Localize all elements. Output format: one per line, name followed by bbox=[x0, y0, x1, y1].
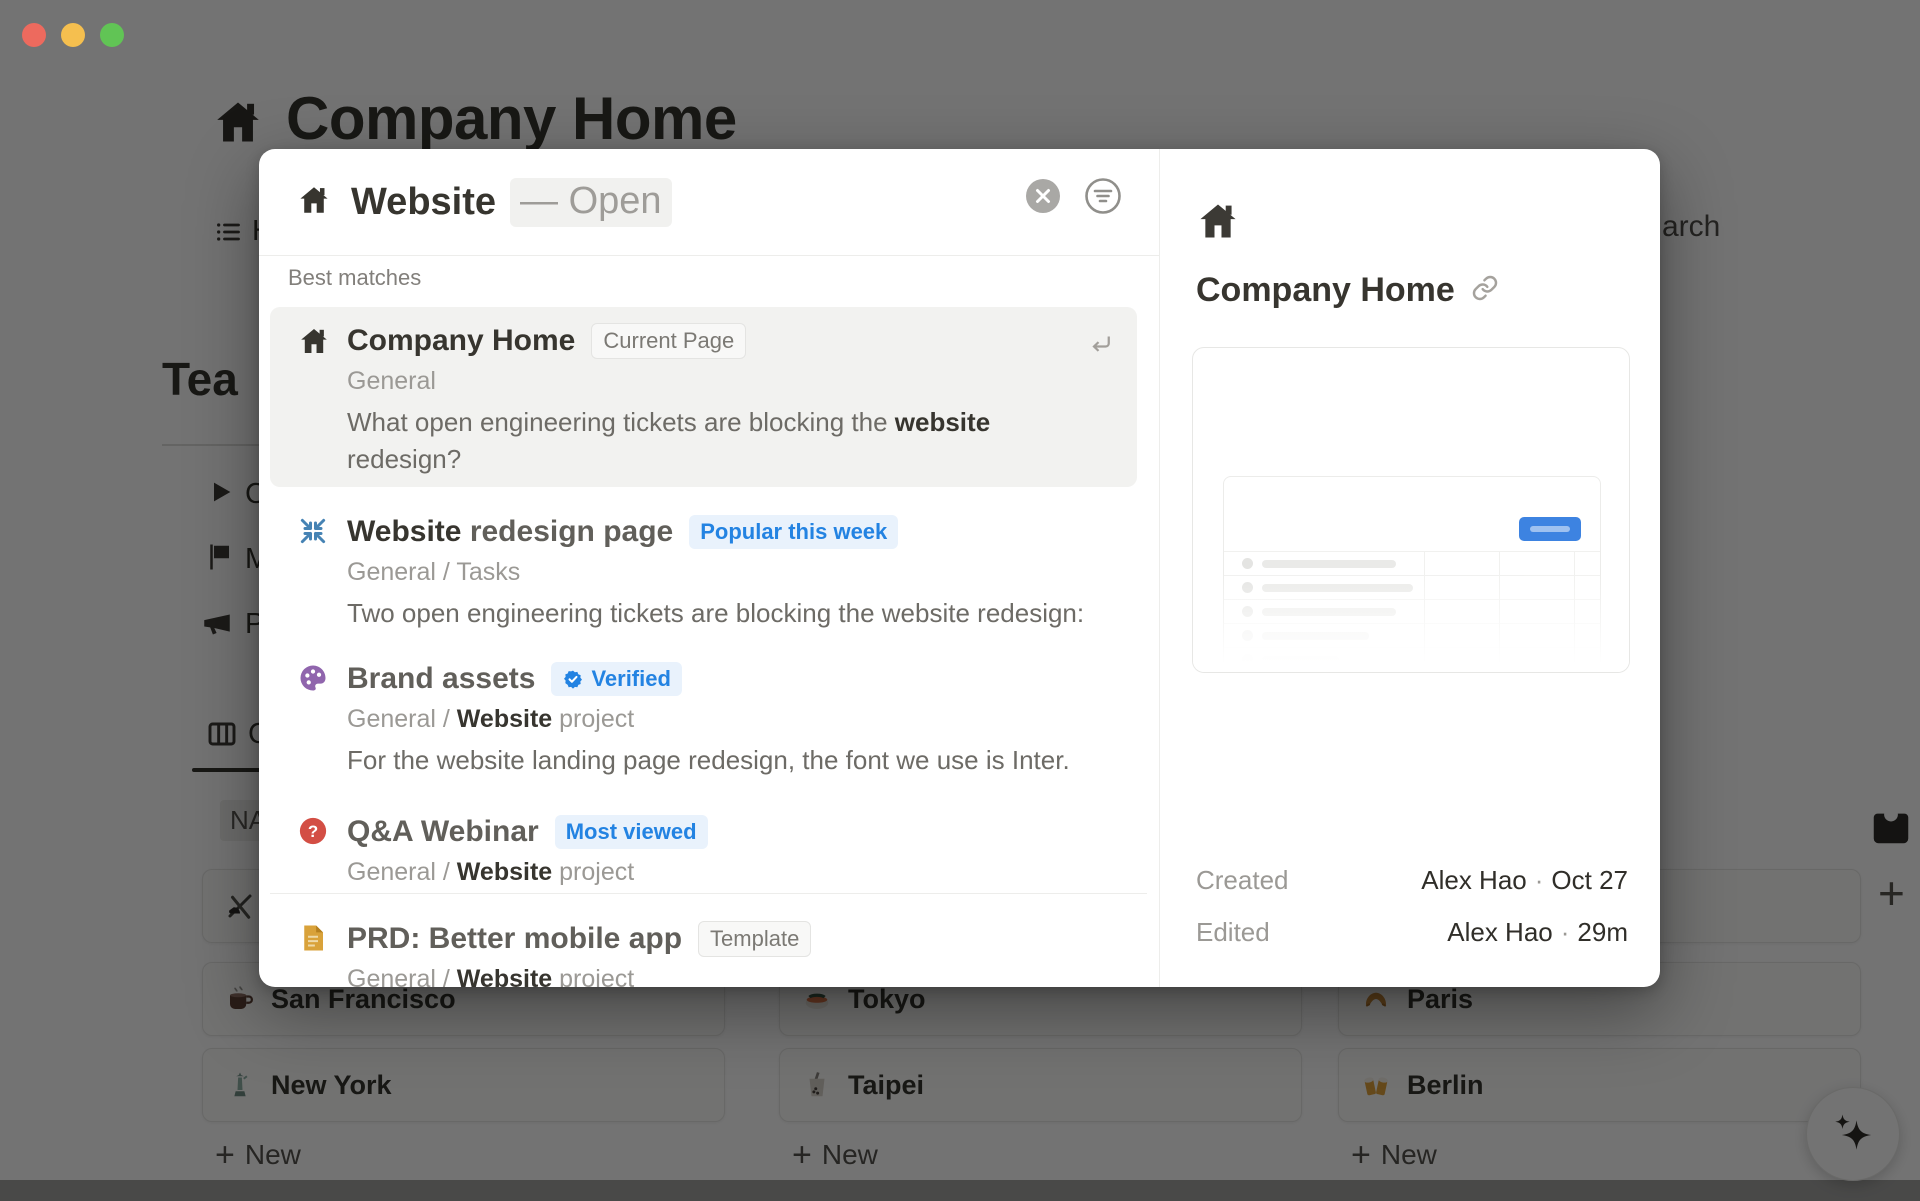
search-modal: Website — Open Best matches Company Home… bbox=[259, 149, 1660, 987]
search-result-prd-mobile-app[interactable]: PRD: Better mobile app Template General … bbox=[270, 905, 1137, 987]
thumbnail-blue-button bbox=[1519, 517, 1581, 541]
collapse-arrows-icon bbox=[298, 516, 330, 548]
verified-seal-icon bbox=[562, 668, 584, 690]
search-result-company-home[interactable]: Company Home Current Page General What o… bbox=[270, 307, 1137, 487]
palette-icon bbox=[298, 663, 330, 695]
current-page-badge: Current Page bbox=[591, 323, 747, 359]
minimize-window-button[interactable] bbox=[61, 23, 85, 47]
search-result-brand-assets[interactable]: Brand assets Verified General / Website … bbox=[270, 645, 1137, 791]
verified-badge: Verified bbox=[551, 662, 682, 696]
close-window-button[interactable] bbox=[22, 23, 46, 47]
popular-badge: Popular this week bbox=[689, 515, 899, 549]
home-icon bbox=[297, 183, 331, 222]
search-result-website-redesign[interactable]: Website redesign page Popular this week … bbox=[270, 498, 1137, 644]
edited-value: Alex Hao · 29m bbox=[1447, 917, 1628, 947]
edited-meta-row: Edited Alex Hao · 29m bbox=[1196, 917, 1628, 947]
created-meta-row: Created Alex Hao · Oct 27 bbox=[1196, 865, 1628, 895]
page-preview-pane: Company Home Created Alex Hao · Oct 27 E… bbox=[1160, 149, 1660, 987]
most-viewed-badge: Most viewed bbox=[554, 815, 708, 849]
link-icon[interactable] bbox=[1471, 274, 1499, 307]
thumbnail-fade bbox=[1193, 572, 1629, 672]
preview-page-title: Company Home bbox=[1196, 271, 1455, 309]
results-divider bbox=[270, 893, 1147, 894]
results-section-label: Best matches bbox=[288, 265, 422, 290]
search-input[interactable]: Website bbox=[351, 181, 496, 224]
home-icon bbox=[1196, 199, 1240, 248]
template-badge: Template bbox=[698, 921, 812, 957]
clear-search-button[interactable] bbox=[1025, 178, 1061, 219]
search-results-pane: Website — Open Best matches Company Home… bbox=[259, 149, 1160, 987]
page-thumbnail[interactable] bbox=[1192, 347, 1630, 673]
zoom-window-button[interactable] bbox=[100, 23, 124, 47]
created-value: Alex Hao · Oct 27 bbox=[1421, 865, 1628, 895]
svg-text:?: ? bbox=[308, 822, 318, 841]
search-bar[interactable]: Website — Open bbox=[259, 149, 1159, 256]
document-icon bbox=[298, 923, 330, 955]
search-autocomplete-suggestion[interactable]: — Open bbox=[510, 177, 672, 227]
home-icon bbox=[298, 325, 330, 357]
question-icon: ? bbox=[298, 816, 330, 848]
search-result-qa-webinar[interactable]: ? Q&A Webinar Most viewed General / Webs… bbox=[270, 798, 1137, 890]
return-key-icon bbox=[1085, 329, 1115, 364]
filter-icon[interactable] bbox=[1083, 176, 1123, 221]
